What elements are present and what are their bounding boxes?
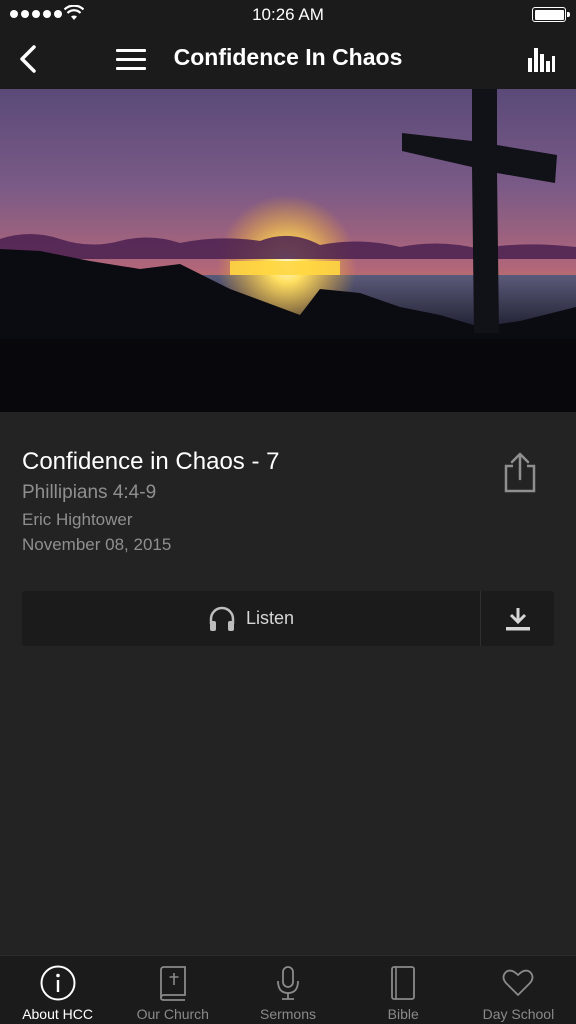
menu-button[interactable] xyxy=(112,42,150,76)
heart-icon xyxy=(503,969,534,996)
book-icon xyxy=(391,966,416,1000)
navigation-bar: Confidence In Chaos xyxy=(0,30,576,89)
bar-chart-icon[interactable] xyxy=(526,44,556,74)
hamburger-line xyxy=(116,48,146,52)
sermon-title: Confidence in Chaos - 7 xyxy=(22,448,280,475)
headphones-icon xyxy=(209,606,235,631)
hamburger-line xyxy=(116,66,146,70)
tab-about-hcc[interactable]: About HCC xyxy=(0,956,115,1024)
info-icon xyxy=(40,965,76,1001)
status-bar: 10:26 AM xyxy=(0,0,576,30)
tab-bar: About HCC Our Church Sermons Bible Day S… xyxy=(0,955,576,1024)
bible-book-icon xyxy=(159,966,186,1001)
tab-bible[interactable]: Bible xyxy=(346,956,461,1024)
tab-our-church[interactable]: Our Church xyxy=(115,956,230,1024)
microphone-icon xyxy=(277,966,299,1000)
listen-label: Listen xyxy=(245,608,295,628)
download-icon xyxy=(505,607,530,630)
tab-label: Day School xyxy=(482,1006,555,1022)
battery-icon xyxy=(532,7,570,22)
tab-label: Bible xyxy=(387,1006,419,1022)
hamburger-line xyxy=(116,57,146,61)
share-icon[interactable] xyxy=(502,452,538,494)
media-actions: Listen xyxy=(22,591,554,646)
tab-label: About HCC xyxy=(22,1006,93,1022)
status-time: 10:26 AM xyxy=(252,5,324,24)
tab-day-school[interactable]: Day School xyxy=(461,956,576,1024)
sermon-passage: Phillipians 4:4-9 xyxy=(22,482,157,503)
download-button[interactable] xyxy=(481,591,554,646)
tab-label: Our Church xyxy=(136,1006,209,1022)
page-title: Confidence In Chaos xyxy=(173,44,403,70)
tab-sermons[interactable]: Sermons xyxy=(230,956,345,1024)
listen-button[interactable]: Listen xyxy=(22,591,481,646)
chevron-left-icon xyxy=(20,45,36,73)
sermon-date: November 08, 2015 xyxy=(22,535,172,554)
tab-label: Sermons xyxy=(259,1006,317,1022)
back-button[interactable] xyxy=(10,40,46,78)
sermon-speaker: Eric Hightower xyxy=(22,510,133,529)
sermon-hero-image xyxy=(0,89,576,412)
